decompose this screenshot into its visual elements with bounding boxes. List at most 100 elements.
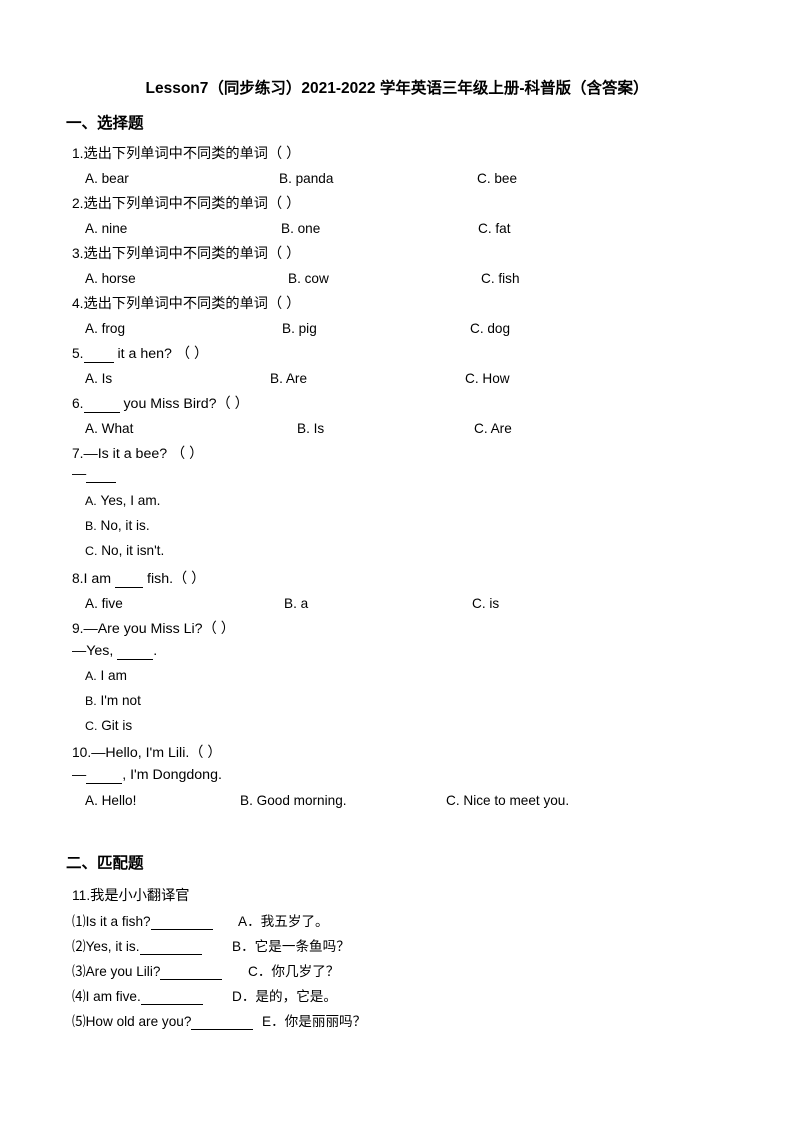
matching-item-2[interactable]: ⑵Yes, it is. (72, 935, 202, 955)
question-8-option-c[interactable]: C. is (472, 596, 499, 611)
matching-choice-d[interactable]: D．是的，它是。 (232, 985, 337, 1005)
matching-item-5-marker: ⑸ (72, 1014, 86, 1029)
question-6-option-c[interactable]: C. Are (474, 421, 512, 436)
question-11-number: 11. (72, 888, 91, 903)
question-1-number: 1. (72, 146, 84, 161)
matching-choice-c-text: 你几岁了？ (271, 964, 340, 979)
matching-item-3-marker: ⑶ (72, 964, 86, 979)
question-9-option-c-text: Git is (101, 718, 133, 733)
question-3-option-a[interactable]: A. horse (85, 271, 136, 286)
question-2-option-b[interactable]: B. one (281, 221, 320, 236)
matching-choice-e[interactable]: E．你是丽丽吗？ (262, 1010, 366, 1030)
matching-item-4[interactable]: ⑷I am five. (72, 985, 203, 1005)
matching-item-1-blank[interactable] (150, 914, 213, 930)
matching-item-1-text: Is it a fish? (85, 914, 151, 929)
question-7-answer-line: — (72, 466, 117, 483)
matching-item-1-marker: ⑴ (72, 914, 86, 929)
matching-choice-d-letter: D． (232, 989, 256, 1004)
matching-choice-b[interactable]: B．它是一条鱼吗？ (232, 935, 350, 955)
question-2-number: 2. (72, 196, 84, 211)
question-10-option-c[interactable]: C. Nice to meet you. (446, 793, 569, 808)
question-6-option-b[interactable]: B. Is (297, 421, 324, 436)
question-8-option-b[interactable]: B. a (284, 596, 308, 611)
question-7-number: 7. (72, 446, 84, 461)
question-5-option-b[interactable]: B. Are (270, 371, 307, 386)
matching-item-3-text: Are you Lili? (85, 964, 161, 979)
question-2-text: 选出下列单词中不同类的单词（ ） (83, 196, 301, 212)
question-3-stem: 3.选出下列单词中不同类的单词（ ） (72, 243, 300, 263)
question-3-option-b[interactable]: B. cow (288, 271, 329, 286)
question-1-option-b[interactable]: B. panda (279, 171, 333, 186)
question-5-option-a[interactable]: A. Is (85, 371, 112, 386)
question-1-stem: 1.选出下列单词中不同类的单词（ ） (72, 143, 300, 163)
question-2-option-c[interactable]: C. fat (478, 221, 510, 236)
matching-choice-c[interactable]: C．你几岁了？ (248, 960, 339, 980)
question-10-stem: 10.—Hello, I'm Lili.（ ） (72, 742, 222, 762)
matching-item-3-blank[interactable] (160, 964, 223, 980)
question-8-blank (115, 571, 144, 588)
matching-item-5[interactable]: ⑸How old are you? (72, 1010, 254, 1030)
question-10-answer-prefix: — (72, 767, 87, 783)
matching-choice-a[interactable]: A．我五岁了。 (238, 910, 329, 930)
question-9-number: 9. (72, 621, 84, 636)
question-7-option-c-letter: C. (85, 544, 98, 558)
matching-item-2-blank[interactable] (139, 939, 202, 955)
question-9-option-c[interactable]: C. Git is (85, 718, 132, 733)
question-7-option-c-text: No, it isn't. (101, 543, 165, 558)
question-1-option-a[interactable]: A. bear (85, 171, 129, 186)
question-4-option-a[interactable]: A. frog (85, 321, 125, 336)
question-9-option-a[interactable]: A. I am (85, 668, 127, 683)
matching-choice-a-letter: A． (238, 914, 261, 929)
question-8-number: 8. (72, 571, 84, 586)
question-8-option-a[interactable]: A. five (85, 596, 123, 611)
matching-choice-a-text: 我五岁了。 (260, 914, 329, 929)
matching-choice-e-text: 你是丽丽吗？ (284, 1014, 367, 1029)
question-9-blank (117, 643, 154, 660)
question-10-answer-suffix: , I'm Dongdong. (122, 767, 222, 783)
question-10-answer-line: — , I'm Dongdong. (72, 767, 222, 784)
question-6-text: you Miss Bird?（ ） (119, 396, 249, 412)
question-6-blank (83, 396, 120, 413)
question-3-option-c[interactable]: C. fish (481, 271, 520, 286)
question-4-text: 选出下列单词中不同类的单词（ ） (83, 296, 301, 312)
question-8-stem: 8.I am fish.（ ） (72, 568, 205, 588)
matching-item-2-text: Yes, it is. (85, 939, 140, 954)
question-7-stem: 7.—Is it a bee? （ ） (72, 443, 203, 463)
matching-item-4-blank[interactable] (140, 989, 203, 1005)
question-7-option-a[interactable]: A. Yes, I am. (85, 493, 160, 508)
question-7-option-c[interactable]: C. No, it isn't. (85, 543, 164, 558)
question-9-stem: 9.—Are you Miss Li?（ ） (72, 618, 235, 638)
question-10-text: —Hello, I'm Lili.（ ） (91, 745, 222, 761)
question-6-stem: 6. you Miss Bird?（ ） (72, 393, 249, 413)
question-7-dash: — (72, 466, 87, 482)
question-2-stem: 2.选出下列单词中不同类的单词（ ） (72, 193, 300, 213)
question-7-option-b-text: No, it is. (100, 518, 150, 533)
matching-choice-b-text: 它是一条鱼吗？ (254, 939, 350, 954)
question-9-option-a-text: I am (100, 668, 127, 683)
question-5-blank (83, 346, 114, 363)
question-6-option-a[interactable]: A. What (85, 421, 133, 436)
question-7-option-b-letter: B. (85, 519, 97, 533)
question-8-text-after: fish.（ ） (143, 571, 206, 587)
question-9-option-b[interactable]: B. I'm not (85, 693, 141, 708)
question-7-option-b[interactable]: B. No, it is. (85, 518, 150, 533)
matching-choice-e-letter: E． (262, 1014, 285, 1029)
question-4-stem: 4.选出下列单词中不同类的单词（ ） (72, 293, 300, 313)
question-4-option-b[interactable]: B. pig (282, 321, 317, 336)
matching-item-1[interactable]: ⑴Is it a fish? (72, 910, 213, 930)
question-5-option-c[interactable]: C. How (465, 371, 510, 386)
matching-item-3[interactable]: ⑶Are you Lili? (72, 960, 223, 980)
question-8-text-before: I am (83, 571, 116, 587)
matching-item-2-marker: ⑵ (72, 939, 86, 954)
question-9-answer-prefix: —Yes, (72, 643, 118, 659)
matching-choice-d-text: 是的，它是。 (255, 989, 337, 1004)
question-2-option-a[interactable]: A. nine (85, 221, 127, 236)
question-11-stem: 11.我是小小翻译官 (72, 885, 189, 905)
question-1-option-c[interactable]: C. bee (477, 171, 517, 186)
matching-item-5-blank[interactable] (191, 1014, 254, 1030)
matching-item-4-text: I am five. (85, 989, 141, 1004)
question-10-option-a[interactable]: A. Hello! (85, 793, 136, 808)
question-10-option-b[interactable]: B. Good morning. (240, 793, 347, 808)
question-9-option-b-letter: B. (85, 694, 97, 708)
question-4-option-c[interactable]: C. dog (470, 321, 510, 336)
